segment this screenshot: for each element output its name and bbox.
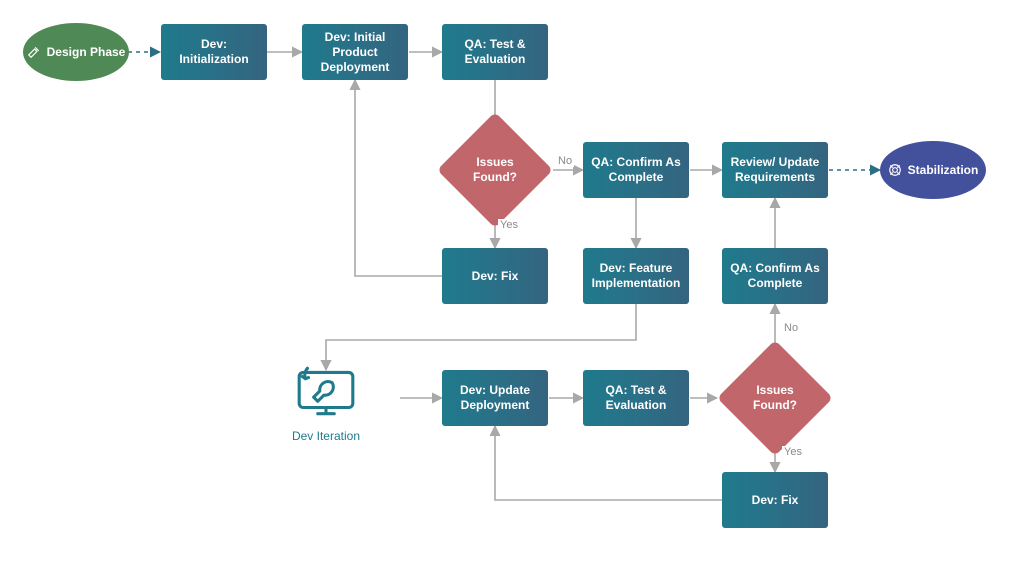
node-label: Dev: Fix <box>752 493 799 508</box>
node-label: Dev: Initial Product Deployment <box>308 30 402 75</box>
node-dev-fix-1: Dev: Fix <box>442 248 548 304</box>
node-dev-initialization: Dev: Initialization <box>161 24 267 80</box>
node-review-update-requirements: Review/ Update Requirements <box>722 142 828 198</box>
flowchart-canvas: Design Phase Dev: Initialization Dev: In… <box>0 0 1024 585</box>
node-label: Review/ Update Requirements <box>728 155 822 185</box>
decision-issues-found-2: Issues Found? <box>717 340 833 456</box>
node-label: Dev: Fix <box>472 269 519 284</box>
node-label: QA: Test & Evaluation <box>448 37 542 67</box>
terminator-label: Design Phase <box>47 45 126 59</box>
decision-label: Issues Found? <box>753 383 797 413</box>
node-dev-feature-implementation: Dev: Feature Implementation <box>583 248 689 304</box>
node-qa-test-evaluation-2: QA: Test & Evaluation <box>583 370 689 426</box>
wrench-monitor-icon <box>293 407 359 424</box>
edge-label-yes-1: Yes <box>498 219 520 231</box>
dev-iteration-block: Dev Iteration <box>281 362 371 443</box>
node-label: Dev: Update Deployment <box>448 383 542 413</box>
node-label: QA: Test & Evaluation <box>589 383 683 413</box>
node-label: QA: Confirm As Complete <box>589 155 683 185</box>
node-dev-update-deployment: Dev: Update Deployment <box>442 370 548 426</box>
node-label: Dev: Feature Implementation <box>589 261 683 291</box>
terminator-stabilization: Stabilization <box>880 141 986 199</box>
decision-issues-found-1: Issues Found? <box>437 112 553 228</box>
terminator-label: Stabilization <box>908 163 979 177</box>
node-qa-confirm-complete-1: QA: Confirm As Complete <box>583 142 689 198</box>
pencil-ruler-icon <box>27 45 41 59</box>
lifebuoy-icon <box>888 163 902 177</box>
terminator-design-phase: Design Phase <box>23 23 129 81</box>
node-qa-test-evaluation-1: QA: Test & Evaluation <box>442 24 548 80</box>
node-qa-confirm-complete-2: QA: Confirm As Complete <box>722 248 828 304</box>
node-dev-initial-deployment: Dev: Initial Product Deployment <box>302 24 408 80</box>
edge-label-no-2: No <box>782 322 800 334</box>
dev-iteration-label: Dev Iteration <box>281 429 371 443</box>
node-label: QA: Confirm As Complete <box>728 261 822 291</box>
node-label: Dev: Initialization <box>167 37 261 67</box>
edge-label-yes-2: Yes <box>782 446 804 458</box>
edge-label-no-1: No <box>556 155 574 167</box>
decision-label: Issues Found? <box>473 155 517 185</box>
node-dev-fix-2: Dev: Fix <box>722 472 828 528</box>
